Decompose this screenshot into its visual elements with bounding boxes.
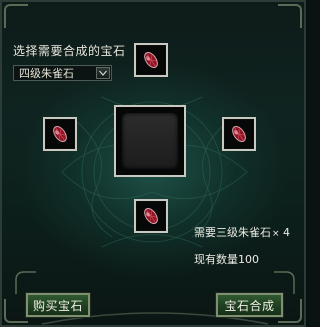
owned-quantity: 现有数量100 <box>194 251 259 267</box>
gem-type-selected: 四级朱雀石 <box>19 67 74 80</box>
material-slot-top[interactable] <box>134 43 168 77</box>
red-gem-icon <box>144 51 158 69</box>
material-slot-bottom[interactable] <box>134 199 168 233</box>
requirement-text: 需要三级朱雀石× 4 <box>194 224 290 240</box>
requirement-label: 需要三级朱雀石 <box>194 226 271 239</box>
result-slot-empty <box>122 113 178 169</box>
synthesize-gem-button[interactable]: 宝石合成 <box>215 292 284 318</box>
red-gem-icon <box>232 125 246 143</box>
chevron-down-icon[interactable] <box>96 67 110 79</box>
select-gem-prompt: 选择需要合成的宝石 <box>13 44 126 58</box>
owned-quantity-value: 100 <box>238 253 259 266</box>
requirement-count: 4 <box>283 226 291 239</box>
material-slot-right[interactable] <box>222 117 256 151</box>
red-gem-icon <box>144 207 158 225</box>
buy-gem-button[interactable]: 购买宝石 <box>25 292 91 318</box>
frame-corner-bottom-left <box>4 299 28 323</box>
frame-corner-top-right <box>278 4 302 28</box>
result-slot[interactable] <box>114 105 186 177</box>
gem-synthesis-window: 选择需要合成的宝石 四级朱雀石 需要三级朱雀石× 4 现有数量100 购买宝石 … <box>0 0 307 327</box>
frame-corner-top-left <box>4 4 28 28</box>
requirement-multiplier: × <box>272 229 280 239</box>
red-gem-icon <box>53 125 67 143</box>
owned-quantity-label: 现有数量 <box>194 253 238 266</box>
gem-type-dropdown[interactable]: 四级朱雀石 <box>13 65 112 81</box>
material-slot-left[interactable] <box>43 117 77 151</box>
